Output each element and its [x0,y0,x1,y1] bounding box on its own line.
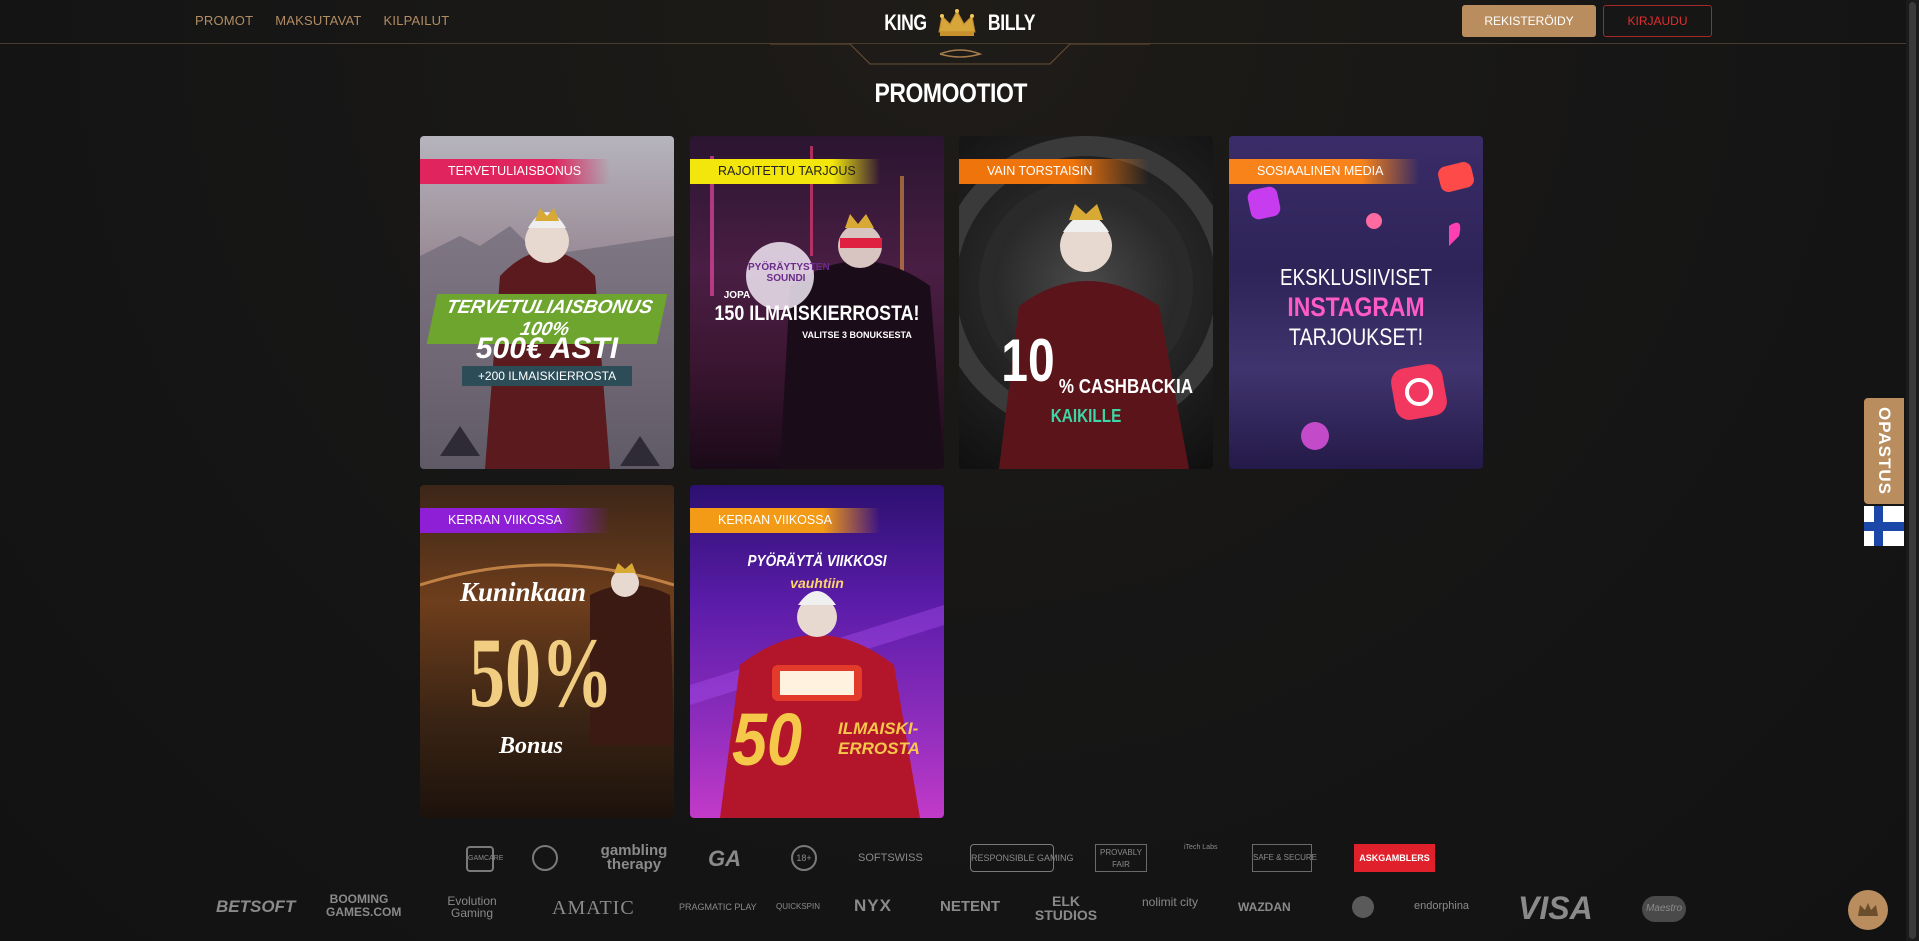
askgamblers-logo[interactable]: ASKGAMBLERS [1354,844,1435,872]
nolimit-city-logo[interactable]: nolimit city [1138,896,1202,908]
promo-card-social[interactable]: SOSIAALINEN MEDIA EKSKLUSIIVISET INSTAGR… [1229,136,1483,469]
promo-line3: VALITSE 3 BONUKSESTA [802,330,912,340]
promo-tag: VAIN TORSTAISIN [959,159,1149,184]
provider-shield-icon [1352,896,1374,918]
promo-tag: TERVETULIAISBONUS [420,159,610,184]
ga-logo[interactable]: GA [708,846,741,872]
logo-plate-ornament [770,44,1150,65]
promo-card-thursday[interactable]: VAIN TORSTAISIN 10 % CASHBACKIA KAIKILLE [959,136,1213,469]
main-nav: PROMOT MAKSUTAVAT KILPAILUT [195,13,449,28]
promo-line4: ILMAISKI-ERROSTA [838,719,920,758]
crown-icon [938,9,976,36]
responsible-gaming-logo[interactable]: RESPONSIBLE GAMING [970,844,1074,872]
itech-labs-logo[interactable]: iTech Labs [1184,844,1217,872]
nav-maksutavat[interactable]: MAKSUTAVAT [275,13,361,28]
promo-line1: PYÖRÄYTÄ VIIKKOSI [747,553,887,570]
endorphina-logo[interactable]: endorphina [1414,900,1469,912]
promo-line1: Kuninkaan [459,577,587,607]
maestro-logo[interactable]: Maestro [1642,896,1686,922]
promo-line2: 500€ ASTI [475,332,619,365]
pragmatic-play-logo[interactable]: PRAGMATIC PLAY [679,902,757,912]
age-18-icon: 18+ [791,845,817,871]
scrollbar-thumb[interactable] [1909,2,1916,939]
header: PROMOT MAKSUTAVAT KILPAILUT KING BILLY R… [0,0,1919,44]
promo-line2: 150 ILMAISKIERROSTA! [714,302,920,325]
promo-line1: EKSKLUSIIVISET [1279,264,1432,290]
help-tab-label: OPASTUS [1875,407,1895,495]
provably-fair-logo[interactable]: PROVABLY FAIR [1095,844,1147,872]
logo-word-left: KING [884,10,927,35]
promo-card-welcome[interactable]: TERVETULIAISBONUS TERVETULIAISBONUS 100%… [420,136,674,469]
promo-tag: KERRAN VIIKOSSA [420,508,610,533]
netent-logo[interactable]: NETENT [940,898,1000,915]
help-side-tab[interactable]: OPASTUS [1864,398,1904,504]
page-title: PROMOOTIOT [874,78,1028,108]
nav-promot[interactable]: PROMOT [195,13,253,28]
safe-secure-logo[interactable]: SAFE & SECURE [1252,844,1317,872]
wazdan-logo[interactable]: WAZDAN [1238,900,1291,914]
nyx-logo[interactable]: NYX [854,896,892,916]
promo-line3: Bonus [498,733,564,759]
promo-line1: JOPA [723,290,751,301]
logo-word-right: BILLY [987,10,1036,35]
softswiss-logo[interactable]: SOFTSWISS [858,852,923,864]
chat-button[interactable] [1848,890,1888,930]
elk-studios-logo[interactable]: ELK STUDIOS [1034,894,1098,922]
promo-line2: % CASHBACKIA [1058,376,1194,398]
amatic-logo[interactable]: AMATIC [552,897,635,920]
login-button[interactable]: KIRJAUDU [1603,5,1712,37]
page-scrollbar[interactable] [1906,0,1919,941]
promo-tag: SOSIAALINEN MEDIA [1229,159,1419,184]
visa-logo[interactable]: VISA [1518,890,1593,927]
gamcare-logo[interactable]: GAMCARE [466,846,503,872]
evolution-gaming-logo[interactable]: Evolution Gaming [432,895,512,919]
register-button[interactable]: REKISTERÖIDY [1462,5,1596,37]
promo-line2: INSTAGRAM [1287,292,1425,322]
promo-tag: KERRAN VIIKOSSA [690,508,880,533]
booming-games-logo[interactable]: BOOMING GAMES.COM [326,893,401,919]
promo-subline-bar: +200 ILMAISKIERROSTA [420,366,674,386]
site-logo[interactable]: KING BILLY [860,6,1060,40]
promo-tag: RAJOITETTU TARJOUS [690,159,880,184]
promo-line3: TARJOUKSET! [1288,324,1424,351]
gambling-therapy-logo[interactable]: gambling therapy [596,843,672,872]
promo-line2: 50% [469,617,613,728]
betsoft-logo[interactable]: BETSOFT [216,897,295,917]
promo-line3: KAIKILLE [1050,406,1122,426]
promo-card-limited[interactable]: RAJOITETTU TARJOUS PYÖRÄYTYSTEN SOUNDI J… [690,136,944,469]
promo-card-weekly-bonus[interactable]: KERRAN VIIKOSSA Kuninkaan 50% Bonus [420,485,674,818]
promo-line2: vauhtiin [790,575,844,591]
finland-flag-icon[interactable] [1864,506,1904,546]
crown-chat-icon [1858,903,1878,916]
quickspin-logo[interactable]: QUICKSPIN [776,902,820,911]
promo-badge: PYÖRÄYTYSTEN SOUNDI [748,262,830,284]
seal-icon [532,845,558,871]
nav-kilpailut[interactable]: KILPAILUT [384,13,450,28]
promo-line3: +200 ILMAISKIERROSTA [462,366,632,386]
promo-card-weekly-spins[interactable]: KERRAN VIIKOSSA PYÖRÄYTÄ VIIKKOSI vauhti… [690,485,944,818]
